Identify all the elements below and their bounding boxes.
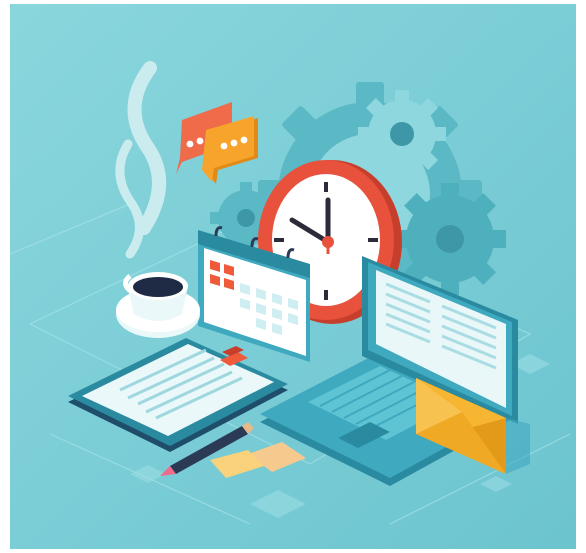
illustration [10,4,576,549]
